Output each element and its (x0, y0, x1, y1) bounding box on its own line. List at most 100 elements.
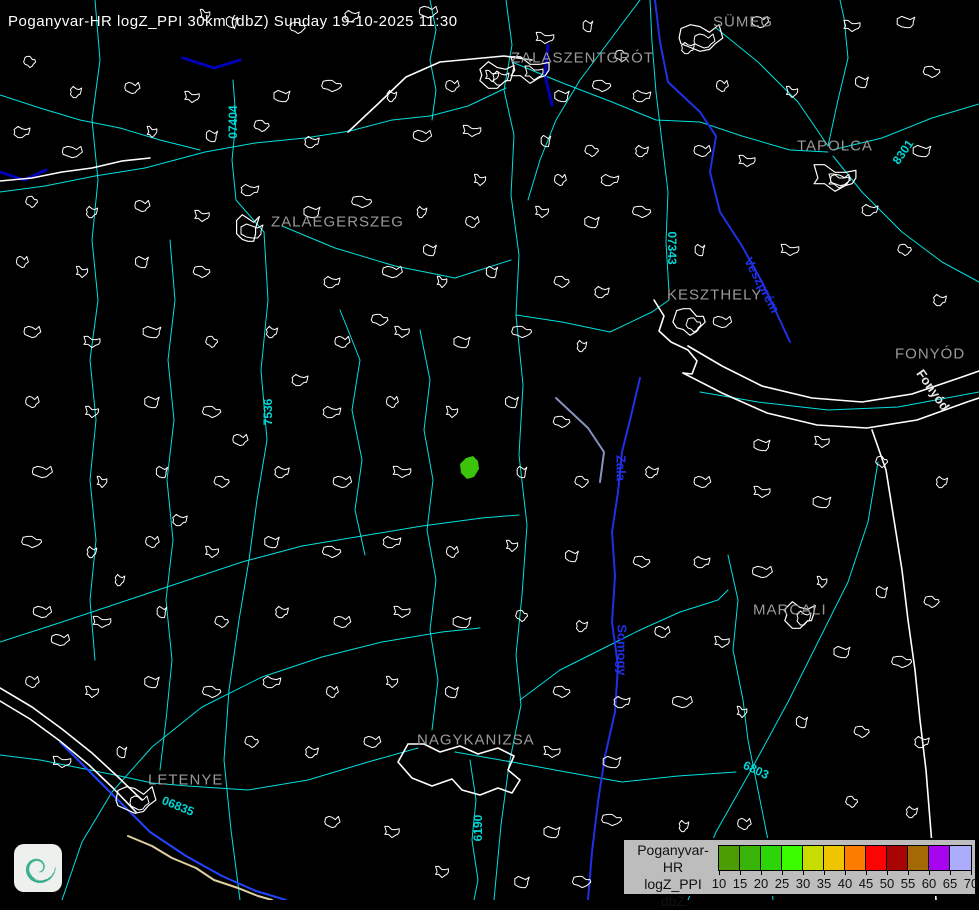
village-outline (263, 676, 281, 687)
village-outline (322, 546, 340, 557)
village-outline (679, 820, 689, 831)
village-outline (206, 546, 219, 557)
village-outline (33, 606, 51, 617)
road-line-cyan (0, 95, 200, 150)
village-outline (265, 536, 279, 547)
village-outline (936, 476, 947, 487)
legend-color-cell (887, 846, 908, 870)
village-outline (844, 20, 860, 31)
village-outline (632, 206, 650, 217)
legend-color-cell (740, 846, 761, 870)
village-outline (566, 550, 579, 561)
village-outline (655, 626, 670, 637)
legend-color-cell (782, 846, 803, 870)
village-outline (323, 406, 341, 417)
village-outline (157, 606, 167, 617)
village-outline (713, 316, 731, 327)
village-outline (306, 746, 319, 757)
village-outline (215, 616, 229, 627)
legend-tick (866, 870, 867, 875)
village-outline (147, 126, 157, 137)
city-label: FONYÓD (895, 346, 965, 363)
village-outline (897, 16, 915, 27)
road-line-cyan (90, 0, 100, 660)
village-outline (16, 256, 28, 267)
village-outline (739, 155, 755, 166)
village-outline (22, 536, 42, 547)
dbz-legend: Poganyvar-HR logZ_PPI dbZ 10152025303540… (622, 838, 977, 896)
road-line-cyan (282, 226, 511, 278)
village-outline (202, 406, 220, 417)
village-outline (454, 336, 470, 347)
village-outline (923, 66, 940, 77)
road-line-cyan (420, 330, 438, 730)
village-outline (646, 466, 659, 477)
city-label: TAPOLCA (797, 138, 873, 155)
village-outline (254, 120, 269, 131)
legend-color-cell (845, 846, 866, 870)
village-outline (86, 686, 99, 697)
road-line-cyan (62, 628, 480, 900)
village-outline (136, 256, 149, 267)
village-outline (553, 416, 570, 427)
village-outline (781, 244, 799, 255)
village-outline (214, 476, 229, 487)
village-outline (436, 866, 449, 877)
legend-tick (887, 870, 888, 875)
road-line-cyan (0, 131, 350, 192)
road-line-cyan (512, 62, 828, 152)
legend-tick (929, 870, 930, 875)
boundary-line-blue (60, 742, 286, 900)
village-outline (364, 736, 381, 747)
village-outline (93, 616, 111, 627)
boundary-line-blue (183, 58, 240, 68)
spiral-logo-icon (16, 846, 60, 890)
village-outline (97, 476, 107, 487)
legend-color-cell (719, 846, 740, 870)
legend-color-cell (929, 846, 950, 870)
village-outline (24, 56, 36, 67)
road-line-cyan (528, 0, 640, 200)
village-outline (185, 91, 199, 102)
city-label: MARCALI (753, 602, 827, 619)
village-outline (585, 216, 599, 227)
village-outline (206, 130, 217, 141)
village-outline (636, 145, 649, 156)
legend-station: Poganyvar-HR (628, 842, 718, 876)
village-outline (446, 406, 457, 417)
road-line-cyan (716, 28, 828, 146)
village-outline (834, 646, 850, 657)
legend-color-strip (718, 845, 972, 871)
legend-color-cell (950, 846, 971, 870)
village-outline (553, 686, 570, 697)
legend-color-cell (761, 846, 782, 870)
legend-unit: dbZ (628, 893, 718, 910)
village-outline (413, 130, 431, 141)
road-line-cyan (688, 462, 878, 900)
legend-tick (740, 870, 741, 875)
legend-tick (908, 870, 909, 875)
village-outline (146, 536, 160, 547)
radar-echo-blob (460, 456, 479, 479)
village-outline (817, 576, 827, 587)
village-outline (386, 396, 398, 407)
village-outline (934, 294, 947, 305)
village-outline (516, 610, 528, 621)
city-label: ZALASZENTGRÓT (511, 50, 654, 67)
village-outline (575, 476, 589, 487)
village-outline (876, 586, 887, 597)
road-line-white (654, 300, 697, 374)
legend-tick (782, 870, 783, 875)
village-outline (26, 196, 38, 207)
village-outline (292, 374, 308, 385)
village-outline (796, 716, 807, 727)
village-outline (506, 396, 519, 407)
village-outline (898, 244, 912, 255)
village-outline (274, 90, 290, 101)
village-outline (276, 606, 289, 617)
village-outline (193, 266, 210, 277)
village-outline (125, 82, 140, 93)
village-outline (602, 814, 622, 825)
village-outline (322, 80, 342, 91)
map-canvas (0, 0, 979, 900)
